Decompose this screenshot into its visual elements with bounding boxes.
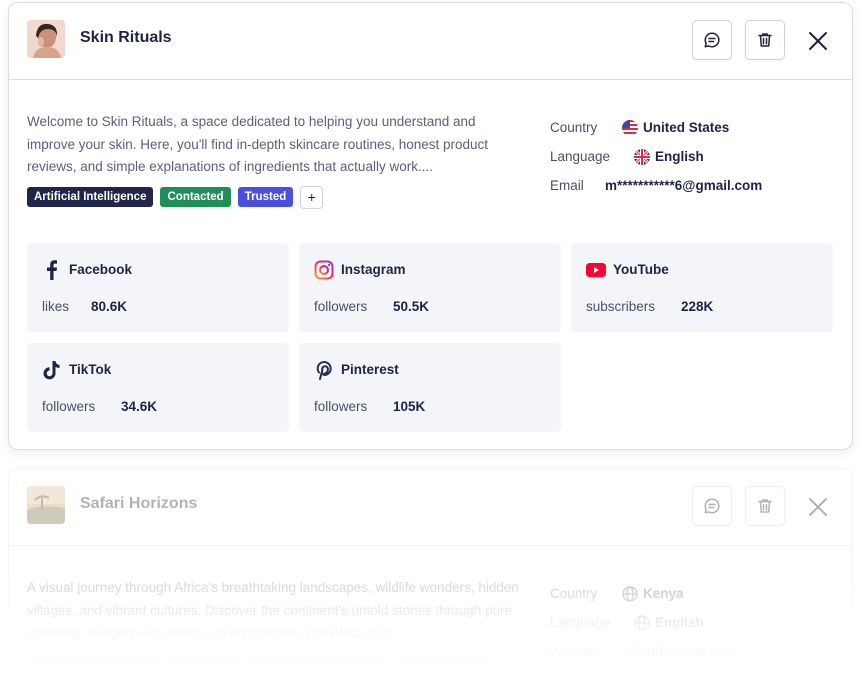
social-name: Instagram (341, 262, 406, 277)
card-title: Safari Horizons (80, 495, 198, 512)
close-icon (809, 498, 827, 516)
language-label: Language (550, 149, 611, 164)
globe-icon (622, 585, 638, 602)
metric-value: 50.5K (393, 299, 430, 314)
instagram-icon (314, 260, 334, 280)
metric-label: likes (42, 299, 70, 314)
tag-trusted[interactable]: Trusted (237, 187, 294, 207)
facebook-icon (42, 260, 62, 280)
close-icon (809, 32, 827, 50)
social-tile-pinterest[interactable]: Pinterest followers 105K (299, 343, 561, 432)
profile-meta: Country United States Language English E… (550, 113, 762, 200)
social-tile-instagram[interactable]: Instagram followers 50.5K (299, 243, 561, 332)
metric-label: followers (314, 399, 368, 414)
delete-button[interactable] (745, 486, 785, 526)
delete-button[interactable] (745, 20, 785, 60)
social-tile-tiktok[interactable]: TikTok followers 34.6K (27, 343, 289, 432)
card-header: Safari Horizons (9, 469, 852, 546)
message-button[interactable] (692, 20, 732, 60)
email-label: Email (550, 178, 584, 193)
social-name: Pinterest (341, 362, 399, 377)
close-button[interactable] (804, 493, 832, 521)
globe-icon (634, 614, 650, 631)
influencer-card-skin-rituals: Skin Rituals Welcome to Skin Rituals, a … (8, 2, 853, 450)
language-value: English (655, 149, 704, 164)
tiktok-icon (42, 360, 62, 380)
chat-bubble-icon (704, 498, 720, 514)
social-name: YouTube (613, 262, 669, 277)
metric-value: 228K (681, 299, 714, 314)
metric-label: subscribers (586, 299, 656, 314)
social-name: TikTok (69, 362, 112, 377)
trash-icon (758, 499, 772, 513)
metric-label: followers (42, 399, 96, 414)
add-tag-button[interactable]: + (300, 186, 324, 209)
language-value: English (655, 615, 704, 630)
avatar (27, 20, 65, 58)
chat-bubble-icon (704, 32, 720, 48)
social-name: Facebook (69, 262, 133, 277)
us-flag-icon (622, 119, 638, 136)
tag-artificial-intelligence[interactable]: Artificial Intelligence (27, 187, 154, 207)
card-description: A visual journey through Africa's breath… (27, 580, 519, 640)
email-value: m***********6@gmail.com (605, 178, 763, 193)
social-tile-youtube[interactable]: YouTube subscribers 228K (571, 243, 833, 332)
website-value[interactable]: safarihorizons.com (622, 644, 735, 659)
country-label: Country (550, 120, 598, 135)
influencer-card-safari-horizons: Safari Horizons A visual journey through… (8, 468, 853, 685)
metric-value: 34.6K (121, 399, 158, 414)
avatar (27, 486, 65, 524)
country-value: Kenya (643, 586, 684, 601)
tag-list: Artificial Intelligence Contacted Truste… (27, 186, 324, 209)
youtube-icon (586, 260, 606, 280)
social-tile-facebook[interactable]: Facebook likes 80.6K (27, 243, 289, 332)
trash-icon (758, 33, 772, 47)
card-header: Skin Rituals (9, 3, 852, 80)
close-button[interactable] (804, 27, 832, 55)
pinterest-icon (314, 360, 334, 380)
website-label: Website (550, 644, 599, 659)
tag-contacted[interactable]: Contacted (160, 187, 231, 207)
metric-label: followers (314, 299, 368, 314)
metric-value: 105K (393, 399, 426, 414)
card-title: Skin Rituals (80, 29, 172, 46)
language-label: Language (550, 615, 611, 630)
profile-meta: Country Kenya Language English Website s… (550, 579, 735, 666)
tag-list (27, 653, 489, 673)
country-label: Country (550, 586, 598, 601)
country-value: United States (643, 120, 730, 135)
uk-flag-icon (634, 148, 650, 165)
metric-value: 80.6K (91, 299, 128, 314)
card-description: Welcome to Skin Rituals, a space dedicat… (27, 114, 489, 174)
message-button[interactable] (692, 486, 732, 526)
